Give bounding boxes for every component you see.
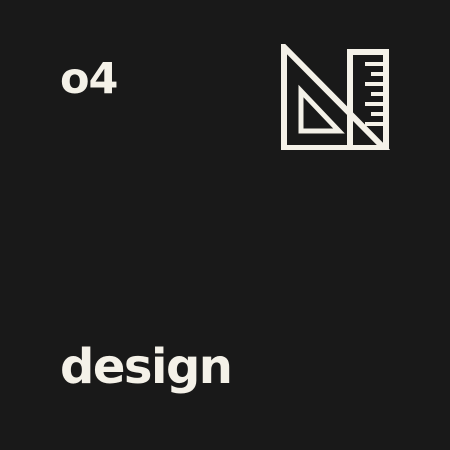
card-label: design xyxy=(60,339,233,395)
card-number: o4 xyxy=(60,54,118,104)
design-card: o4 design xyxy=(0,0,450,450)
triangle-ruler-icon xyxy=(278,44,390,150)
